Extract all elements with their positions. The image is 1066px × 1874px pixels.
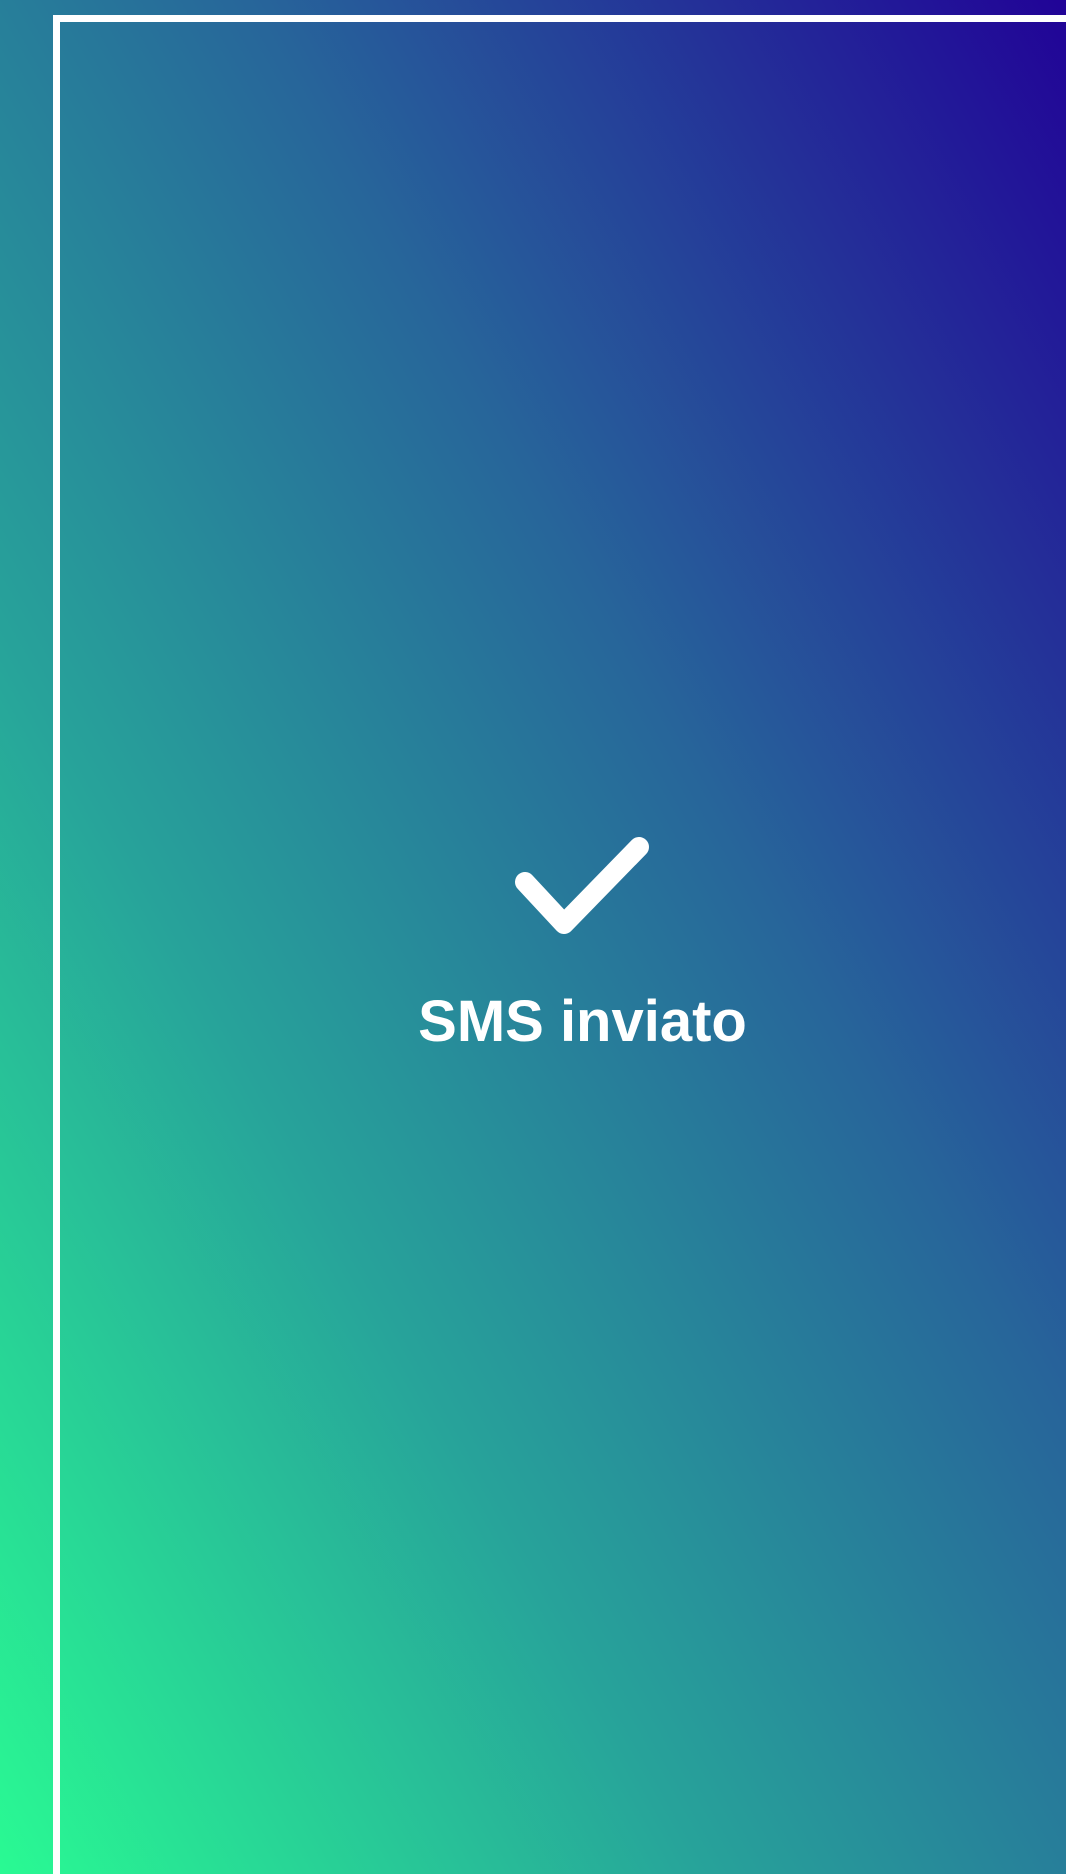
checkmark-icon — [507, 830, 657, 950]
sms-sent-message: SMS inviato — [418, 989, 747, 1054]
sms-sent-screen: SMS inviato — [0, 0, 1066, 1874]
success-confirmation: SMS inviato — [300, 820, 865, 1080]
